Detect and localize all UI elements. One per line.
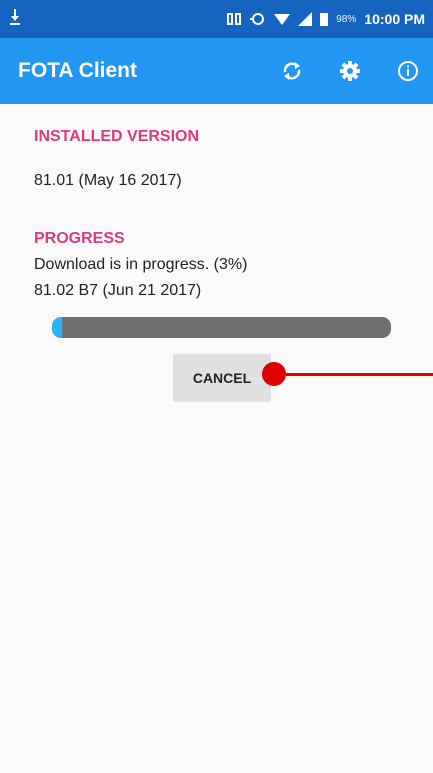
- touch-marker: [262, 362, 286, 386]
- app-title: FOTA Client: [18, 59, 137, 82]
- signal-icon: [298, 12, 313, 26]
- clock: 10:00 PM: [364, 11, 425, 27]
- cancel-button[interactable]: CANCEL: [173, 354, 271, 402]
- settings-button[interactable]: [337, 58, 363, 84]
- settings-icon: [340, 61, 360, 81]
- data-sync-icon: [250, 12, 266, 26]
- battery-icon: [320, 12, 329, 26]
- installed-version-value: 81.01 (May 16 2017): [34, 172, 182, 189]
- installed-version-title: INSTALLED VERSION: [34, 128, 200, 145]
- sync-button[interactable]: [279, 58, 305, 84]
- app-actions: [279, 38, 421, 104]
- status-icons: 98% 10:00 PM: [226, 0, 425, 38]
- download-progress-bar: [52, 317, 391, 338]
- info-icon: [398, 61, 418, 81]
- progress-title: PROGRESS: [34, 230, 125, 247]
- progress-target-version: 81.02 B7 (Jun 21 2017): [34, 282, 202, 299]
- nfc-icon: [226, 12, 242, 26]
- battery-percent: 98%: [336, 13, 357, 25]
- progress-fill: [52, 317, 63, 338]
- touch-marker-line: [286, 373, 433, 376]
- info-button[interactable]: [395, 58, 421, 84]
- app-bar: FOTA Client: [0, 38, 433, 104]
- progress-status: Download is in progress. (3%): [34, 256, 248, 273]
- wifi-icon: [274, 12, 291, 26]
- sync-icon: [283, 62, 301, 80]
- status-bar: 98% 10:00 PM: [0, 0, 433, 38]
- download-icon: [10, 9, 20, 25]
